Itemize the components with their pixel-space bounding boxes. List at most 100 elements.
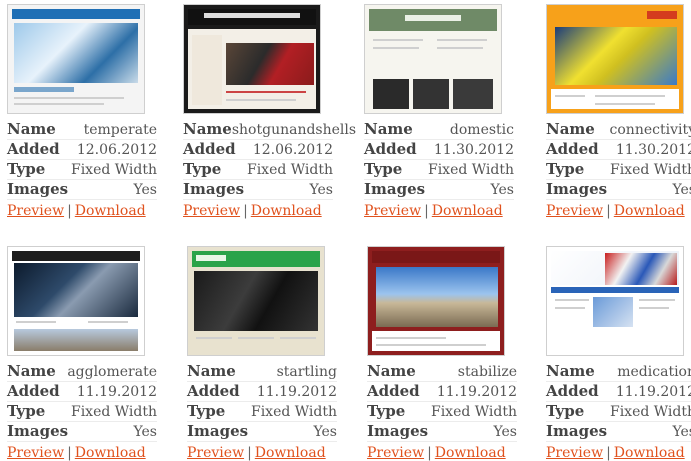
template-type: Fixed Width [428,161,514,179]
template-name: domestic [450,121,514,139]
template-type: Fixed Width [431,403,517,421]
added-label: Added [187,382,240,400]
template-links: Preview|Download [7,445,145,461]
template-type: Fixed Width [247,161,333,179]
template-added: 11.30.2012 [434,141,514,159]
type-label: Type [367,402,405,420]
template-name: temperate [84,121,157,139]
type-label: Type [183,160,221,178]
template-name: connectivity [610,121,691,139]
template-name: agglomerate [67,363,157,381]
template-type: Fixed Width [71,403,157,421]
template-added: 11.19.2012 [257,383,337,401]
name-label: Name [364,120,413,138]
template-images: Yes [673,423,691,441]
type-label: Type [364,160,402,178]
link-separator: | [424,445,435,461]
preview-link[interactable]: Preview [7,203,64,219]
preview-link[interactable]: Preview [364,203,421,219]
added-label: Added [7,140,60,158]
link-separator: | [244,445,255,461]
preview-link[interactable]: Preview [546,445,603,461]
template-added: 12.06.2012 [253,141,333,159]
type-label: Type [7,402,45,420]
template-thumbnail[interactable] [7,4,145,114]
type-label: Type [546,160,584,178]
added-label: Added [7,382,60,400]
images-label: Images [367,422,428,440]
template-type: Fixed Width [610,403,691,421]
download-link[interactable]: Download [432,203,503,219]
template-type: Fixed Width [610,161,691,179]
name-label: Name [183,120,232,138]
link-separator: | [240,203,251,219]
added-label: Added [183,140,236,158]
images-label: Images [546,180,607,198]
download-link[interactable]: Download [614,445,685,461]
template-images: Yes [134,423,158,441]
link-separator: | [64,445,75,461]
download-link[interactable]: Download [75,203,146,219]
template-links: Preview|Download [187,445,325,461]
preview-link[interactable]: Preview [7,445,64,461]
template-added: 11.19.2012 [616,383,691,401]
template-images: Yes [310,181,334,199]
preview-link[interactable]: Preview [183,203,240,219]
download-link[interactable]: Download [251,203,322,219]
type-label: Type [7,160,45,178]
added-label: Added [364,140,417,158]
template-images: Yes [134,181,158,199]
template-links: Preview|Download [546,203,684,219]
name-label: Name [546,120,595,138]
images-label: Images [546,422,607,440]
images-label: Images [364,180,425,198]
template-thumbnail[interactable] [364,4,502,114]
template-name: stabilize [458,363,517,381]
template-images: Yes [673,181,691,199]
template-images: Yes [494,423,518,441]
template-links: Preview|Download [183,203,321,219]
template-thumbnail[interactable] [183,4,321,114]
template-thumbnail[interactable] [187,246,325,356]
added-label: Added [546,382,599,400]
template-thumbnail[interactable] [546,4,684,114]
link-separator: | [421,203,432,219]
images-label: Images [7,180,68,198]
name-label: Name [7,362,56,380]
download-link[interactable]: Download [75,445,146,461]
preview-link[interactable]: Preview [187,445,244,461]
link-separator: | [603,445,614,461]
template-name: medication [617,363,691,381]
name-label: Name [7,120,56,138]
preview-link[interactable]: Preview [546,203,603,219]
download-link[interactable]: Download [255,445,326,461]
template-thumbnail[interactable] [7,246,145,356]
template-links: Preview|Download [546,445,684,461]
added-label: Added [367,382,420,400]
name-label: Name [367,362,416,380]
added-label: Added [546,140,599,158]
images-label: Images [183,180,244,198]
template-thumbnail[interactable] [367,246,505,356]
download-link[interactable]: Download [435,445,506,461]
template-type: Fixed Width [71,161,157,179]
template-links: Preview|Download [364,203,502,219]
template-added: 11.19.2012 [77,383,157,401]
images-label: Images [7,422,68,440]
name-label: Name [546,362,595,380]
preview-link[interactable]: Preview [367,445,424,461]
link-separator: | [64,203,75,219]
template-links: Preview|Download [367,445,505,461]
download-link[interactable]: Download [614,203,685,219]
link-separator: | [603,203,614,219]
template-type: Fixed Width [251,403,337,421]
template-added: 11.19.2012 [437,383,517,401]
type-label: Type [187,402,225,420]
template-added: 12.06.2012 [77,141,157,159]
template-name: startling [277,363,337,381]
template-images: Yes [314,423,338,441]
template-added: 11.30.2012 [616,141,691,159]
name-label: Name [187,362,236,380]
template-thumbnail[interactable] [546,246,684,356]
template-name: shotgunandshells [232,121,356,139]
